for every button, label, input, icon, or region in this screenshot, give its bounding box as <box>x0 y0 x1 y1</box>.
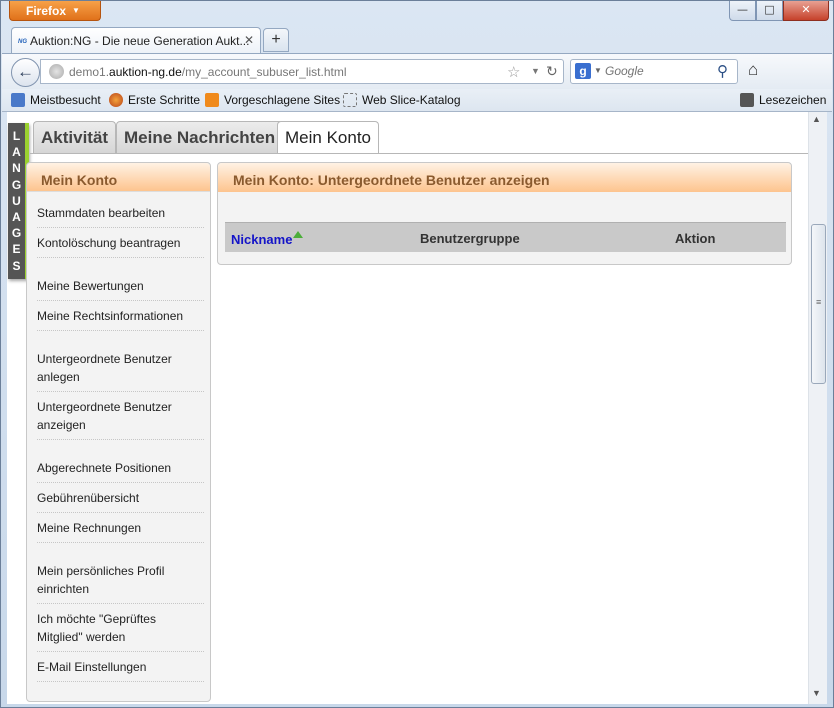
browser-tab-title: Auktion:NG - Die neue Generation Aukt... <box>30 34 250 48</box>
new-tab-button[interactable]: + <box>263 28 289 52</box>
url-text[interactable]: demo1.auktion-ng.de/my_account_subuser_l… <box>69 65 347 79</box>
tab-meine-nachrichten[interactable]: Meine Nachrichten <box>116 121 284 153</box>
sidebar-title: Mein Konto <box>27 163 210 192</box>
history-dropdown-icon[interactable]: ▼ <box>531 66 540 76</box>
minimize-button[interactable]: — <box>729 1 756 21</box>
sidebar-menu: Mein Konto Stammdaten bearbeiten Kontolö… <box>26 162 211 702</box>
web-slice-icon <box>343 93 357 107</box>
firefox-menu-button[interactable]: Firefox ▼ <box>9 1 101 21</box>
bookmark-web-slice-katalog[interactable]: Web Slice-Katalog <box>343 93 461 107</box>
table-header-row: Nickname Benutzergruppe Aktion <box>225 222 786 252</box>
column-header-aktion: Aktion <box>675 231 716 246</box>
tab-divider <box>30 153 808 154</box>
maximize-button[interactable]: □ <box>756 1 783 21</box>
site-favicon-icon: NG <box>18 39 27 45</box>
search-icon[interactable]: ⚲ <box>717 62 728 80</box>
sidebar-item-gepruefte-mitglied[interactable]: Ich möchte "Geprüftes Mitglied" werden <box>37 604 204 652</box>
scroll-up-icon[interactable]: ▲ <box>812 114 821 124</box>
lightbulb-icon <box>205 93 219 107</box>
bookmark-meistbesucht[interactable]: Meistbesucht <box>11 93 101 107</box>
bookmark-erste-schritte[interactable]: Erste Schritte <box>109 93 200 107</box>
search-bar[interactable]: g ▼ ⚲ <box>570 59 738 84</box>
main-panel: Mein Konto: Untergeordnete Benutzer anze… <box>217 162 792 265</box>
folder-icon <box>11 93 25 107</box>
close-tab-icon[interactable]: ✕ <box>244 33 254 47</box>
navigation-bar: ← demo1.auktion-ng.de/my_account_subuser… <box>2 53 832 89</box>
scrollbar-thumb[interactable]: ≡ <box>811 224 826 384</box>
bookmark-vorgeschlagene-sites[interactable]: Vorgeschlagene Sites <box>205 93 340 107</box>
globe-icon <box>49 64 64 79</box>
sidebar-item-benutzer-anlegen[interactable]: Untergeordnete Benutzer anlegen <box>37 344 204 392</box>
grip-icon: ≡ <box>816 297 822 307</box>
bookmarks-menu-button[interactable]: Lesezeichen <box>740 93 826 107</box>
sidebar-item-gebuehrenuebersicht[interactable]: Gebührenübersicht <box>37 483 204 513</box>
bookmark-star-icon[interactable]: ☆ <box>507 63 520 81</box>
scroll-down-icon[interactable]: ▼ <box>812 688 821 698</box>
arrow-left-icon: ← <box>17 62 34 81</box>
close-window-button[interactable]: ✕ <box>783 1 829 21</box>
sidebar-item-profil[interactable]: Mein persönliches Profil einrichten <box>37 556 204 604</box>
star-icon <box>740 93 754 107</box>
browser-tab[interactable]: NG Auktion:NG - Die neue Generation Aukt.… <box>11 27 261 53</box>
vertical-scrollbar[interactable]: ▲ ≡ ▼ <box>808 112 827 704</box>
page-title: Mein Konto: Untergeordnete Benutzer anze… <box>218 163 791 192</box>
chevron-down-icon[interactable]: ▼ <box>594 66 602 75</box>
sidebar-item-rechnungen[interactable]: Meine Rechnungen <box>37 513 204 543</box>
reload-icon[interactable]: ↻ <box>546 63 558 80</box>
sidebar-item-bewertungen[interactable]: Meine Bewertungen <box>37 271 204 301</box>
column-header-benutzergruppe: Benutzergruppe <box>420 231 520 246</box>
tab-aktivitaet[interactable]: Aktivität <box>33 121 117 153</box>
search-input[interactable] <box>605 64 705 78</box>
sidebar-item-rechtsinformationen[interactable]: Meine Rechtsinformationen <box>37 301 204 331</box>
home-icon[interactable]: ⌂ <box>748 60 758 80</box>
sidebar-item-stammdaten[interactable]: Stammdaten bearbeiten <box>37 198 204 228</box>
bookmarks-bar: Meistbesucht Erste Schritte Vorgeschlage… <box>2 89 832 112</box>
back-button[interactable]: ← <box>11 58 40 87</box>
chevron-down-icon: ▼ <box>72 6 80 15</box>
google-icon[interactable]: g <box>575 63 591 79</box>
sidebar-item-kontoloeschung[interactable]: Kontolöschung beantragen <box>37 228 204 258</box>
column-header-nickname[interactable]: Nickname <box>231 231 304 247</box>
tab-mein-konto[interactable]: Mein Konto <box>277 121 379 154</box>
firefox-icon <box>109 93 123 107</box>
sort-ascending-icon <box>293 231 304 238</box>
sidebar-item-benutzer-anzeigen[interactable]: Untergeordnete Benutzer anzeigen <box>37 392 204 440</box>
address-bar[interactable]: demo1.auktion-ng.de/my_account_subuser_l… <box>40 59 564 84</box>
sidebar-item-abgerechnete-positionen[interactable]: Abgerechnete Positionen <box>37 453 204 483</box>
sidebar-item-email-einstellungen[interactable]: E-Mail Einstellungen <box>37 652 204 682</box>
